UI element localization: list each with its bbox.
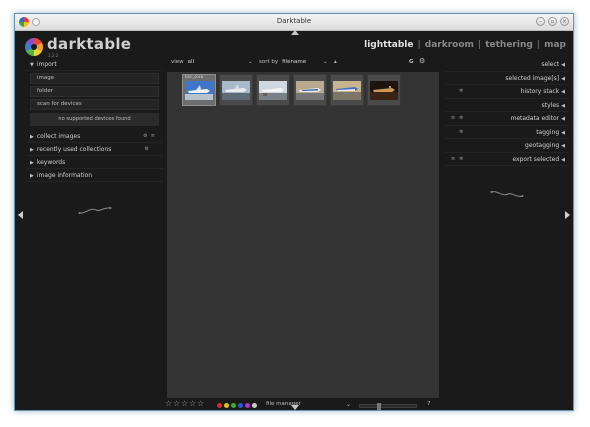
thumbnail[interactable]: DSC_0018: [182, 74, 216, 106]
sort-dropdown-arrow-icon[interactable]: ⌄: [323, 59, 328, 65]
module-image-information[interactable]: ▶ image information: [26, 169, 163, 182]
right-panel: select ◀ selected image[s] ◀ ✲ history sta…: [445, 58, 569, 197]
module-styles[interactable]: styles ◀: [445, 99, 569, 112]
star-rating-5[interactable]: ☆: [197, 399, 204, 408]
module-label: import: [36, 61, 57, 68]
reset-icon[interactable]: ≡: [451, 156, 455, 162]
collapsed-arrow-icon: ◀: [561, 102, 565, 109]
collapsed-arrow-icon: ◀: [561, 62, 565, 68]
module-select[interactable]: select ◀: [445, 58, 569, 72]
gear-icon[interactable]: ⚙: [419, 57, 425, 65]
thumbnail-image: [259, 81, 287, 100]
maximize-button[interactable]: ▫: [548, 17, 557, 26]
minimize-button[interactable]: –: [536, 17, 545, 26]
module-metadata-editor[interactable]: ≡ ✲ metadata editor ◀: [445, 112, 569, 126]
center-toolbar: view all ⌄ sort by filename ⌄ ▴ G ⚙: [169, 57, 439, 70]
color-label-purple[interactable]: [245, 403, 250, 408]
module-import[interactable]: ▼ import: [26, 58, 163, 71]
device-status: no supported devices found: [30, 113, 159, 126]
collapsed-arrow-icon: ◀: [561, 75, 565, 82]
darktable-logo-icon: [25, 38, 43, 56]
module-history-stack[interactable]: ✲ history stack ◀: [445, 85, 569, 99]
sort-order-toggle[interactable]: ▴: [334, 59, 337, 65]
color-label-clear[interactable]: [252, 403, 257, 408]
title-bar: Darktable – ▫ ×: [15, 14, 573, 31]
import-folder-button[interactable]: folder: [30, 86, 159, 97]
module-recently-used-collections[interactable]: ▶ recently used collections ⚙: [26, 143, 163, 156]
window-title: Darktable: [276, 17, 312, 25]
preset-icon[interactable]: ✲: [459, 156, 463, 162]
reset-icon[interactable]: ≡: [451, 115, 455, 121]
collapse-left-panel-arrow-icon[interactable]: [18, 211, 23, 219]
view-lighttable[interactable]: lighttable: [364, 40, 413, 50]
collapsed-arrow-icon: ▶: [30, 134, 34, 140]
star-rating-2[interactable]: ☆: [173, 399, 180, 408]
color-label-green[interactable]: [231, 403, 236, 408]
color-label-red[interactable]: [217, 403, 222, 408]
module-collect-images[interactable]: ▶ collect images ⚙ ≡: [26, 130, 163, 143]
left-panel: ▼ import image folder scan for devices no…: [26, 58, 163, 214]
expanded-arrow-icon: ▼: [30, 62, 34, 68]
collapsed-arrow-icon: ◀: [561, 129, 565, 136]
collapsed-arrow-icon: ▶: [30, 173, 34, 179]
zoom-slider[interactable]: [359, 403, 417, 410]
thumbnail-image: [370, 81, 398, 100]
color-label-blue[interactable]: [238, 403, 243, 408]
view-filter-dropdown-arrow-icon[interactable]: ⌄: [248, 59, 253, 65]
thumbnail-label: DSC_0018: [185, 75, 204, 79]
star-rating-1[interactable]: ☆: [165, 399, 172, 408]
star-rating-4[interactable]: ☆: [189, 399, 196, 408]
thumbnail-image: [222, 81, 250, 100]
grouping-toggle[interactable]: G: [409, 59, 414, 65]
collapsed-arrow-icon: ▶: [30, 160, 34, 166]
preset-icon[interactable]: ≡: [151, 133, 155, 139]
view-switcher: lighttable | darkroom | tethering | map: [364, 40, 566, 50]
preset-icon[interactable]: ✲: [459, 129, 463, 135]
module-selected-images[interactable]: selected image[s] ◀: [445, 72, 569, 85]
collapsed-arrow-icon: ◀: [561, 143, 565, 149]
thumbnail-image: [296, 81, 324, 100]
module-export-selected[interactable]: ≡ ✲ export selected ◀: [445, 153, 569, 166]
view-filter[interactable]: view all: [171, 59, 194, 65]
reset-icon[interactable]: ⚙: [145, 146, 149, 152]
app-name: darktable: [47, 35, 132, 53]
import-image-button[interactable]: image: [30, 73, 159, 84]
thumbnail-image: [333, 81, 361, 100]
app-window: Darktable – ▫ × darktable 1.2.2 lighttab…: [14, 13, 574, 411]
view-map[interactable]: map: [544, 40, 566, 50]
bottom-toolbar: ☆ ☆ ☆ ☆ ☆ file manager ⌄ 7: [165, 399, 437, 410]
collapsed-arrow-icon: ▶: [30, 147, 34, 153]
sort-by-dropdown[interactable]: sort by filename: [259, 59, 306, 65]
close-button[interactable]: ×: [560, 17, 569, 26]
thumbnail[interactable]: [367, 74, 401, 106]
view-tethering[interactable]: tethering: [485, 40, 533, 50]
collapsed-arrow-icon: ◀: [561, 116, 565, 122]
thumbnail[interactable]: [330, 74, 364, 106]
view-darkroom[interactable]: darkroom: [425, 40, 474, 50]
star-rating-3[interactable]: ☆: [181, 399, 188, 408]
collapse-top-panel-arrow-icon[interactable]: [291, 30, 299, 35]
collapsed-arrow-icon: ◀: [561, 89, 565, 95]
scan-devices-button[interactable]: scan for devices: [30, 99, 159, 110]
preset-icon[interactable]: ✲: [459, 115, 463, 121]
module-tagging[interactable]: ✲ tagging ◀: [445, 126, 569, 139]
zoom-slider-handle[interactable]: [377, 403, 381, 410]
thumbnail[interactable]: [219, 74, 253, 106]
collapse-bottom-panel-arrow-icon[interactable]: [291, 405, 299, 410]
collapsed-arrow-icon: ◀: [561, 156, 565, 163]
layout-dropdown-arrow-icon[interactable]: ⌄: [346, 401, 351, 408]
collapse-right-panel-arrow-icon[interactable]: [565, 211, 570, 219]
lighttable-center-view[interactable]: DSC_0018: [167, 72, 439, 398]
preset-icon[interactable]: ✲: [459, 88, 463, 94]
thumbnail-image: [185, 81, 213, 100]
module-geotagging[interactable]: geotagging ◀: [445, 139, 569, 153]
reset-icon[interactable]: ⚙: [143, 133, 147, 139]
color-label-yellow[interactable]: [224, 403, 229, 408]
panel-end-ornament-icon: [78, 207, 112, 214]
zoom-value[interactable]: 7: [427, 401, 431, 407]
thumbnail[interactable]: [293, 74, 327, 106]
module-keywords[interactable]: ▶ keywords: [26, 156, 163, 169]
thumbnail[interactable]: [256, 74, 290, 106]
panel-end-ornament-icon: [490, 191, 524, 197]
